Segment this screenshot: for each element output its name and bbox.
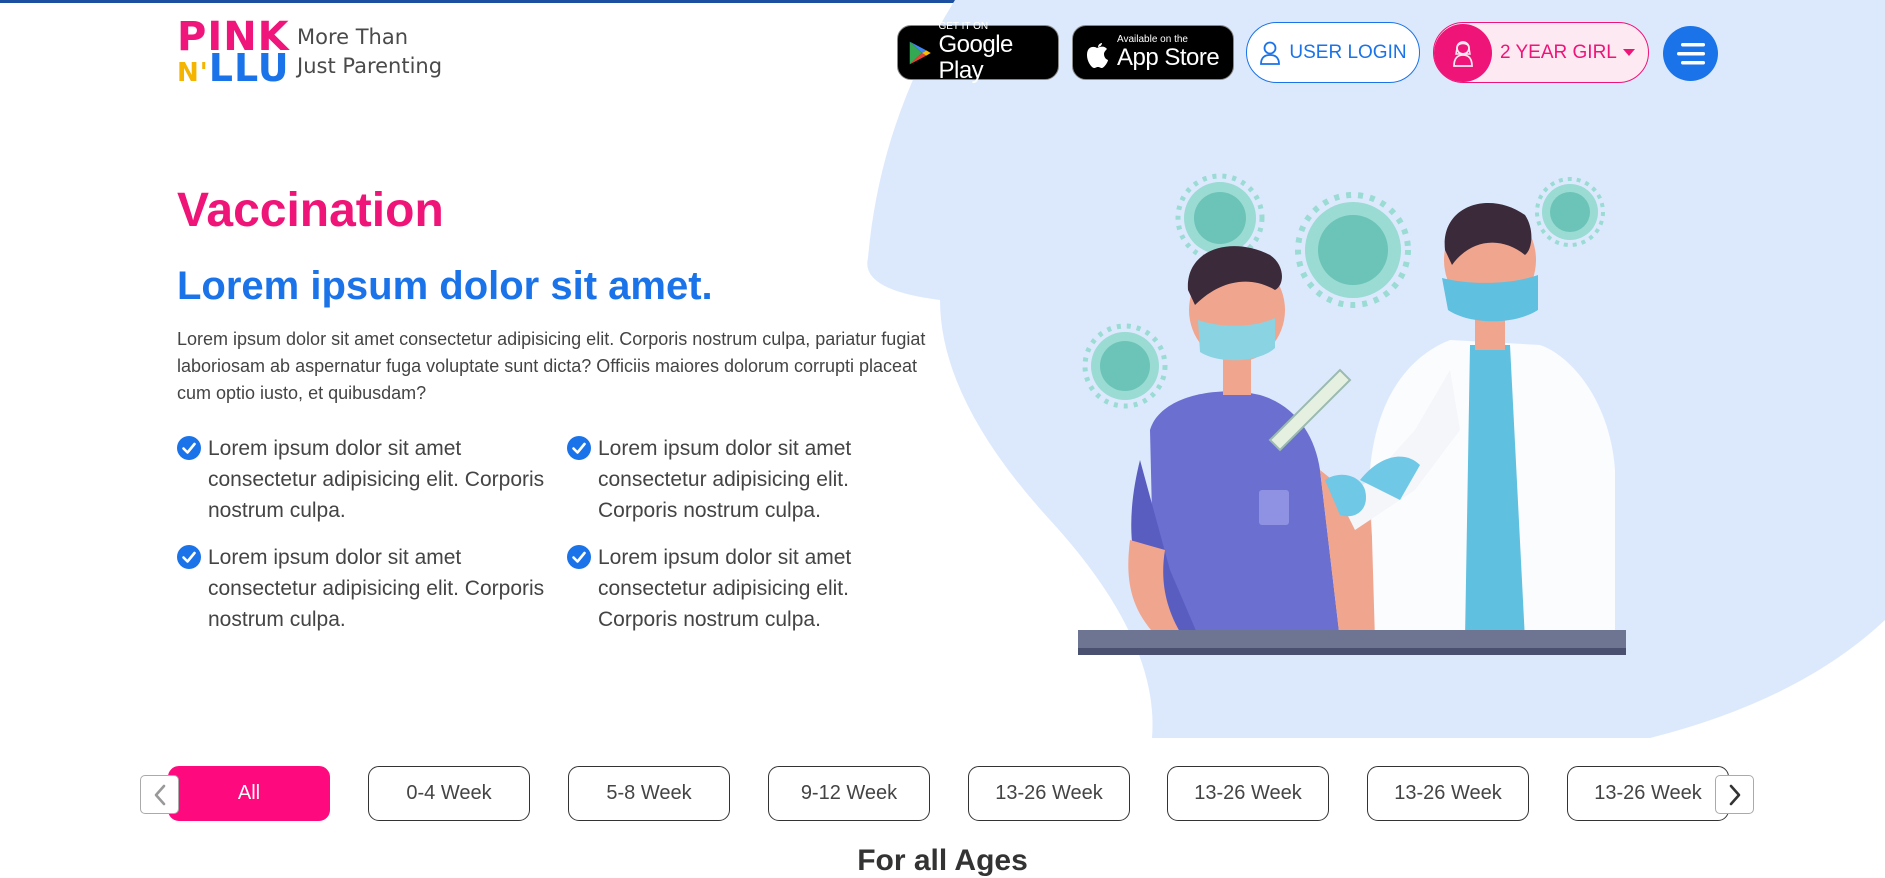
filter-chip-all[interactable]: All — [168, 766, 330, 821]
check-circle-icon — [177, 436, 201, 460]
apple-icon — [1087, 42, 1108, 68]
check-circle-icon — [567, 545, 591, 569]
hamburger-icon — [1676, 42, 1705, 64]
feature-text: Lorem ipsum dolor sit amet consectetur a… — [598, 546, 852, 631]
user-icon — [1260, 41, 1281, 65]
brand-logo[interactable]: PINK N'LLU More Than Just Parenting — [177, 14, 442, 90]
logo-word-bottom: N'LLU — [177, 46, 290, 90]
feature-item: Lorem ipsum dolor sit amet consectetur a… — [177, 542, 567, 635]
virus-icon — [1535, 177, 1605, 247]
chevron-down-icon — [1622, 49, 1635, 56]
filter-chip-0-4-week[interactable]: 0-4 Week — [368, 766, 530, 821]
feature-item: Lorem ipsum dolor sit amet consectetur a… — [567, 542, 917, 635]
check-circle-icon — [567, 436, 591, 460]
next-arrow-button[interactable] — [1715, 775, 1754, 814]
feature-item: Lorem ipsum dolor sit amet consectetur a… — [177, 433, 567, 526]
table-edge — [1078, 648, 1626, 655]
virus-icon — [1082, 323, 1168, 409]
filter-chip-13-26-week[interactable]: 13-26 Week — [968, 766, 1130, 821]
brand-tagline: More Than Just Parenting — [297, 23, 442, 81]
previous-arrow-button[interactable] — [140, 775, 179, 814]
page-title: Vaccination — [177, 184, 444, 237]
filter-chip-13-26-week[interactable]: 13-26 Week — [1567, 766, 1729, 821]
app-store-button[interactable]: Available on the App Store — [1072, 25, 1234, 80]
vaccination-illustration — [1078, 173, 1626, 655]
tagline-line-1: More Than — [297, 25, 409, 49]
feature-list: Lorem ipsum dolor sit amet consectetur a… — [177, 433, 917, 635]
feature-text: Lorem ipsum dolor sit amet consectetur a… — [208, 437, 545, 522]
google-play-button[interactable]: GET IT ON Google Play — [897, 21, 1059, 84]
hero-description: Lorem ipsum dolor sit amet consectetur a… — [177, 329, 926, 403]
user-login-button[interactable]: USER LOGIN — [1246, 22, 1420, 83]
logo-letter-n: N' — [177, 58, 209, 88]
logo-letters-llu: LLU — [208, 46, 290, 90]
check-circle-icon — [177, 545, 201, 569]
child-profile-dropdown[interactable]: 2 YEAR GIRL — [1433, 22, 1649, 83]
girl-avatar-icon — [1434, 23, 1492, 82]
feature-text: Lorem ipsum dolor sit amet consectetur a… — [208, 546, 545, 631]
filter-chip-13-26-week[interactable]: 13-26 Week — [1367, 766, 1529, 821]
virus-icon — [1175, 173, 1265, 263]
logo-mark: PINK N'LLU — [177, 14, 289, 90]
section-title: For all Ages — [857, 844, 1028, 877]
menu-button[interactable] — [1663, 26, 1718, 81]
filter-chip-9-12-week[interactable]: 9-12 Week — [768, 766, 930, 821]
google-play-label: Google Play — [938, 31, 1013, 84]
chevron-left-icon — [154, 784, 165, 805]
google-play-icon — [909, 41, 931, 64]
feature-item: Lorem ipsum dolor sit amet consectetur a… — [567, 433, 917, 526]
hero-subtitle: Lorem ipsum dolor sit amet. — [177, 264, 713, 308]
feature-text: Lorem ipsum dolor sit amet consectetur a… — [598, 437, 852, 522]
virus-icon — [1295, 192, 1411, 308]
filter-chip-5-8-week[interactable]: 5-8 Week — [568, 766, 730, 821]
tagline-line-2: Just Parenting — [297, 54, 443, 78]
child-profile-label: 2 YEAR GIRL — [1500, 41, 1617, 63]
user-login-label: USER LOGIN — [1289, 41, 1407, 63]
filter-chip-13-26-week[interactable]: 13-26 Week — [1167, 766, 1329, 821]
app-store-label: App Store — [1117, 44, 1220, 71]
chevron-right-icon — [1729, 784, 1740, 805]
